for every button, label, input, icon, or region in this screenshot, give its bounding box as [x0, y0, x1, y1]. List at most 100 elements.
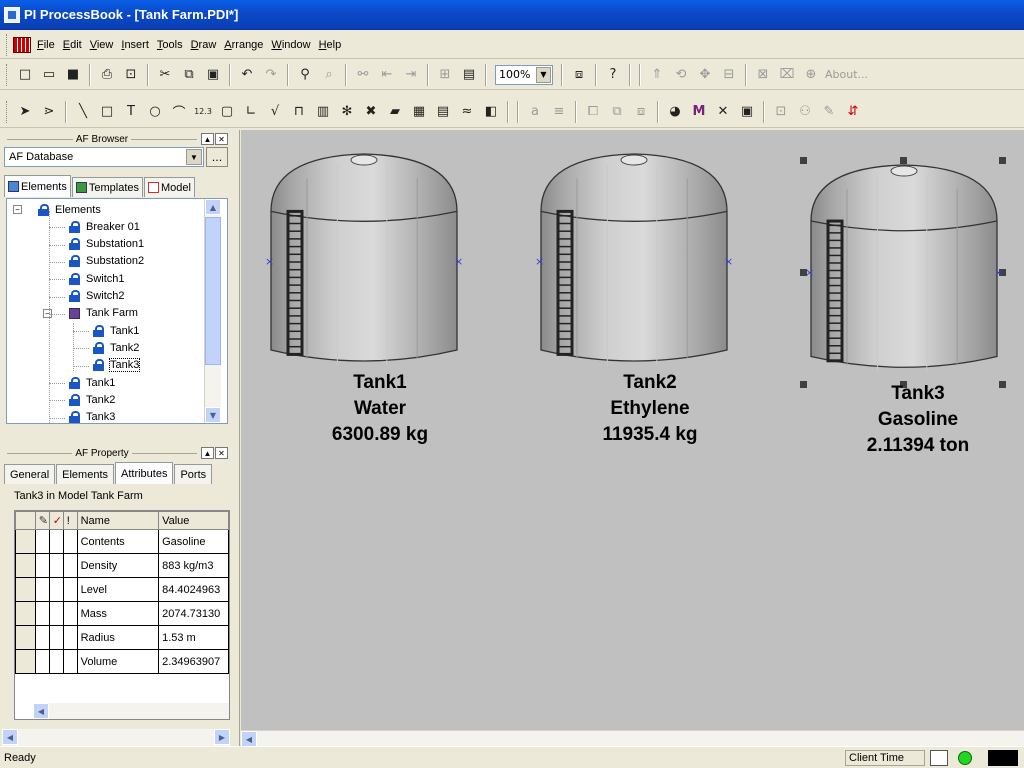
- selection-handle[interactable]: [800, 157, 807, 164]
- line-style-icon[interactable]: ≡: [550, 103, 568, 121]
- tree-item-tank3[interactable]: Tank3: [93, 357, 141, 374]
- tree-item-tank-farm[interactable]: − Tank Farm: [43, 305, 138, 322]
- menu-view[interactable]: View: [86, 37, 118, 53]
- value-column-header[interactable]: Value: [158, 511, 229, 530]
- cut-icon[interactable]: ✂: [156, 66, 174, 84]
- bucket-icon[interactable]: ◧: [482, 103, 500, 121]
- menu-insert[interactable]: Insert: [117, 37, 153, 53]
- client-time-field[interactable]: Client Time: [845, 750, 925, 766]
- bar-chart-icon[interactable]: ▥: [314, 103, 332, 121]
- link-icon[interactable]: ⚯: [354, 66, 372, 84]
- tank-graphic-1[interactable]: [269, 152, 459, 372]
- up-arrow-icon[interactable]: ⇑: [648, 66, 666, 84]
- menu-edit[interactable]: Edit: [59, 37, 86, 53]
- align-right-icon[interactable]: ⇥: [402, 66, 420, 84]
- tab-templates[interactable]: Templates: [71, 177, 143, 197]
- attribute-grid[interactable]: ✎ ✓ ! Name Value Contents Gasoline Density…: [14, 510, 230, 720]
- help-pointer-icon[interactable]: ?: [604, 66, 622, 84]
- swap-icon[interactable]: ⇵: [844, 103, 862, 121]
- menu-grip[interactable]: [6, 33, 9, 56]
- scroll-up-icon[interactable]: ▲: [205, 199, 221, 215]
- network-icon[interactable]: [930, 750, 948, 766]
- connection-point-icon[interactable]: ×: [805, 267, 814, 278]
- selection-handle[interactable]: [800, 381, 807, 388]
- tree-item-breaker-01[interactable]: Breaker 01: [69, 218, 140, 235]
- xy-plot-icon[interactable]: ✻: [338, 103, 356, 121]
- select-arrow-icon[interactable]: ➤: [16, 103, 34, 121]
- display-canvas[interactable]: × × Tank1 Water 6300.89 kg × × Tank2 Ethyl: [241, 130, 1024, 730]
- rectangle-tool-icon[interactable]: □: [98, 103, 116, 121]
- canvas-hscrollbar[interactable]: ◀: [241, 730, 1024, 747]
- name-column-header[interactable]: Name: [76, 511, 160, 530]
- toolbar-grip[interactable]: [6, 100, 9, 123]
- connection-point-icon[interactable]: ×: [265, 256, 274, 267]
- group-icon[interactable]: ⧠: [584, 103, 602, 121]
- attribute-row[interactable]: Mass 2074.73130: [15, 601, 229, 626]
- attribute-row[interactable]: Volume 2.34963907: [15, 649, 229, 674]
- scroll-left-icon[interactable]: ◀: [2, 729, 18, 745]
- attribute-value-cell[interactable]: 883 kg/m3: [158, 553, 229, 578]
- value-tool-icon[interactable]: 12.3: [194, 103, 212, 121]
- color-wheel-icon[interactable]: ◕: [666, 103, 684, 121]
- connection-point-icon[interactable]: ×: [535, 256, 544, 267]
- scroll-left-icon[interactable]: ◀: [241, 731, 257, 747]
- connector-icon[interactable]: ∟: [242, 103, 260, 121]
- tree-scrollbar[interactable]: ▲ ▼: [204, 199, 221, 423]
- scroll-down-icon[interactable]: ▼: [205, 407, 221, 423]
- browse-button[interactable]: ...: [206, 147, 228, 167]
- tree-item-tank1[interactable]: Tank1: [93, 322, 139, 339]
- step-icon[interactable]: ⊓: [290, 103, 308, 121]
- menu-tools[interactable]: Tools: [153, 37, 187, 53]
- save-icon[interactable]: ■: [64, 66, 82, 84]
- spc-icon[interactable]: ≈: [458, 103, 476, 121]
- datasets-icon[interactable]: ⊠: [754, 66, 772, 84]
- about-button[interactable]: About...: [825, 68, 868, 81]
- delete-icon[interactable]: ⌧: [778, 66, 796, 84]
- chevron-down-icon[interactable]: ▼: [186, 149, 202, 165]
- table-icon[interactable]: ⊟: [720, 66, 738, 84]
- tank-graphic-3[interactable]: [809, 163, 999, 378]
- close-x-icon[interactable]: ✕: [714, 103, 732, 121]
- rounded-rect-icon[interactable]: ▢: [218, 103, 236, 121]
- collapse-icon[interactable]: ▲: [201, 133, 215, 145]
- close-icon[interactable]: ✕: [215, 447, 229, 459]
- tools-icon[interactable]: ✖: [362, 103, 380, 121]
- tank-graphic-2[interactable]: [539, 152, 729, 372]
- runtime-mode-icon[interactable]: ⋗: [40, 103, 58, 121]
- tab-general[interactable]: General: [4, 464, 56, 484]
- wizard-icon[interactable]: ✎: [820, 103, 838, 121]
- arc-tool-icon[interactable]: ⌒: [170, 103, 188, 121]
- align-left-icon[interactable]: ⇤: [378, 66, 396, 84]
- tab-attributes[interactable]: Attributes: [115, 462, 174, 484]
- tree-item-substation1[interactable]: Substation1: [69, 236, 144, 253]
- tree-item-tank2[interactable]: Tank2: [93, 339, 139, 356]
- tags-icon[interactable]: ⚇: [796, 103, 814, 121]
- window-icon[interactable]: ⧈: [570, 66, 588, 84]
- scroll-thumb[interactable]: [205, 217, 221, 365]
- tab-elements[interactable]: Elements: [56, 464, 114, 484]
- copy-icon[interactable]: ⧉: [180, 66, 198, 84]
- rotate-icon[interactable]: ⟲: [672, 66, 690, 84]
- properties-page-icon[interactable]: ▣: [738, 103, 756, 121]
- macro-icon[interactable]: M: [690, 103, 708, 121]
- menu-help[interactable]: Help: [315, 37, 346, 53]
- attribute-row[interactable]: Radius 1.53 m: [15, 625, 229, 650]
- tree-item-tank1[interactable]: Tank1: [69, 374, 115, 391]
- display-icon[interactable]: ▤: [460, 66, 478, 84]
- paste-icon[interactable]: ▣: [204, 66, 222, 84]
- tree-item-elements[interactable]: − Elements: [13, 201, 101, 218]
- symbol-library-icon[interactable]: ▦: [410, 103, 428, 121]
- toolbar-grip[interactable]: [6, 63, 9, 86]
- find-icon[interactable]: ⌕: [320, 66, 338, 84]
- tab-elements[interactable]: Elements: [4, 175, 71, 197]
- attribute-value-cell[interactable]: 2074.73130: [158, 601, 229, 626]
- scroll-right-icon[interactable]: ▶: [214, 729, 230, 745]
- selection-handle[interactable]: [999, 157, 1006, 164]
- trend-icon[interactable]: √: [266, 103, 284, 121]
- screen-icon[interactable]: ⊡: [772, 103, 790, 121]
- menu-arrange[interactable]: Arrange: [220, 37, 267, 53]
- connection-point-icon[interactable]: ×: [994, 267, 1003, 278]
- connection-point-icon[interactable]: ×: [454, 256, 463, 267]
- attribute-value-cell[interactable]: 1.53 m: [158, 625, 229, 650]
- left-panel-hscrollbar[interactable]: ◀ ▶: [2, 729, 230, 746]
